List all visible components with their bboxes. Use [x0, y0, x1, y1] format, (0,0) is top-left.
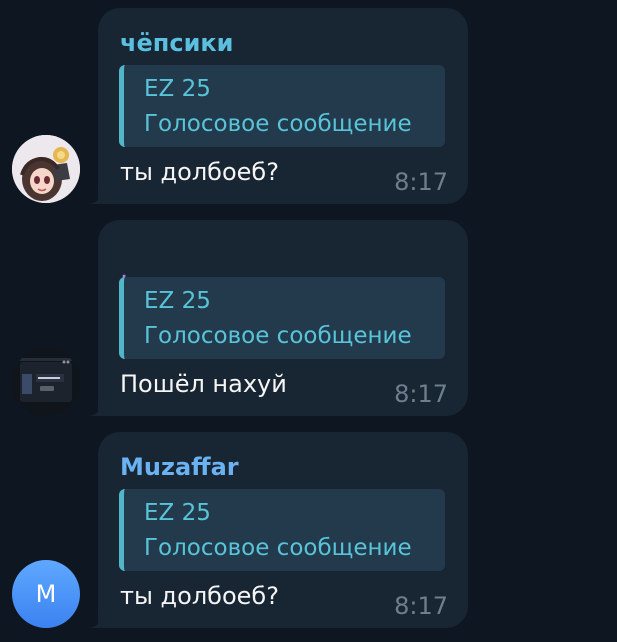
- anime-avatar-icon[interactable]: [12, 135, 80, 203]
- message-bubble[interactable]: Muzaffar EZ 25 Голосовое сообщение ты до…: [98, 432, 468, 628]
- message-time: 8:17: [394, 380, 448, 408]
- message-time: 8:17: [394, 592, 448, 620]
- reply-title: EZ 25: [144, 76, 211, 102]
- message-bubble[interactable]: чёпсики EZ 25 Голосовое сообщение ты дол…: [98, 8, 468, 204]
- reply-title: EZ 25: [144, 288, 211, 314]
- reply-subtitle: Голосовое сообщение: [144, 111, 412, 137]
- sender-name[interactable]: Muzaffar: [120, 452, 239, 482]
- reply-subtitle: Голосовое сообщение: [144, 535, 412, 561]
- reply-subtitle: Голосовое сообщение: [144, 323, 412, 349]
- message-text: ты долбоеб?: [120, 582, 279, 610]
- message-time: 8:17: [394, 168, 448, 196]
- reply-preview[interactable]: EZ 25 Голосовое сообщение: [119, 489, 445, 571]
- message-text: Пошёл нахуй: [120, 370, 287, 398]
- reply-preview[interactable]: EZ 25 Голосовое сообщение: [119, 277, 445, 359]
- bubble-tail: [88, 614, 102, 628]
- sender-name[interactable]: чёпсики: [120, 28, 233, 58]
- bubble-tail: [88, 402, 102, 416]
- reply-preview[interactable]: EZ 25 Голосовое сообщение: [119, 65, 445, 147]
- letter-avatar[interactable]: M: [12, 560, 80, 628]
- game-screenshot-avatar-icon[interactable]: [12, 348, 80, 416]
- reply-title: EZ 25: [144, 500, 211, 526]
- chat-history: чёпсики EZ 25 Голосовое сообщение ты дол…: [0, 0, 617, 642]
- message-text: ты долбоеб?: [120, 158, 279, 186]
- message-bubble[interactable]: . EZ 25 Голосовое сообщение Пошёл нахуй …: [98, 220, 468, 416]
- bubble-tail: [88, 190, 102, 204]
